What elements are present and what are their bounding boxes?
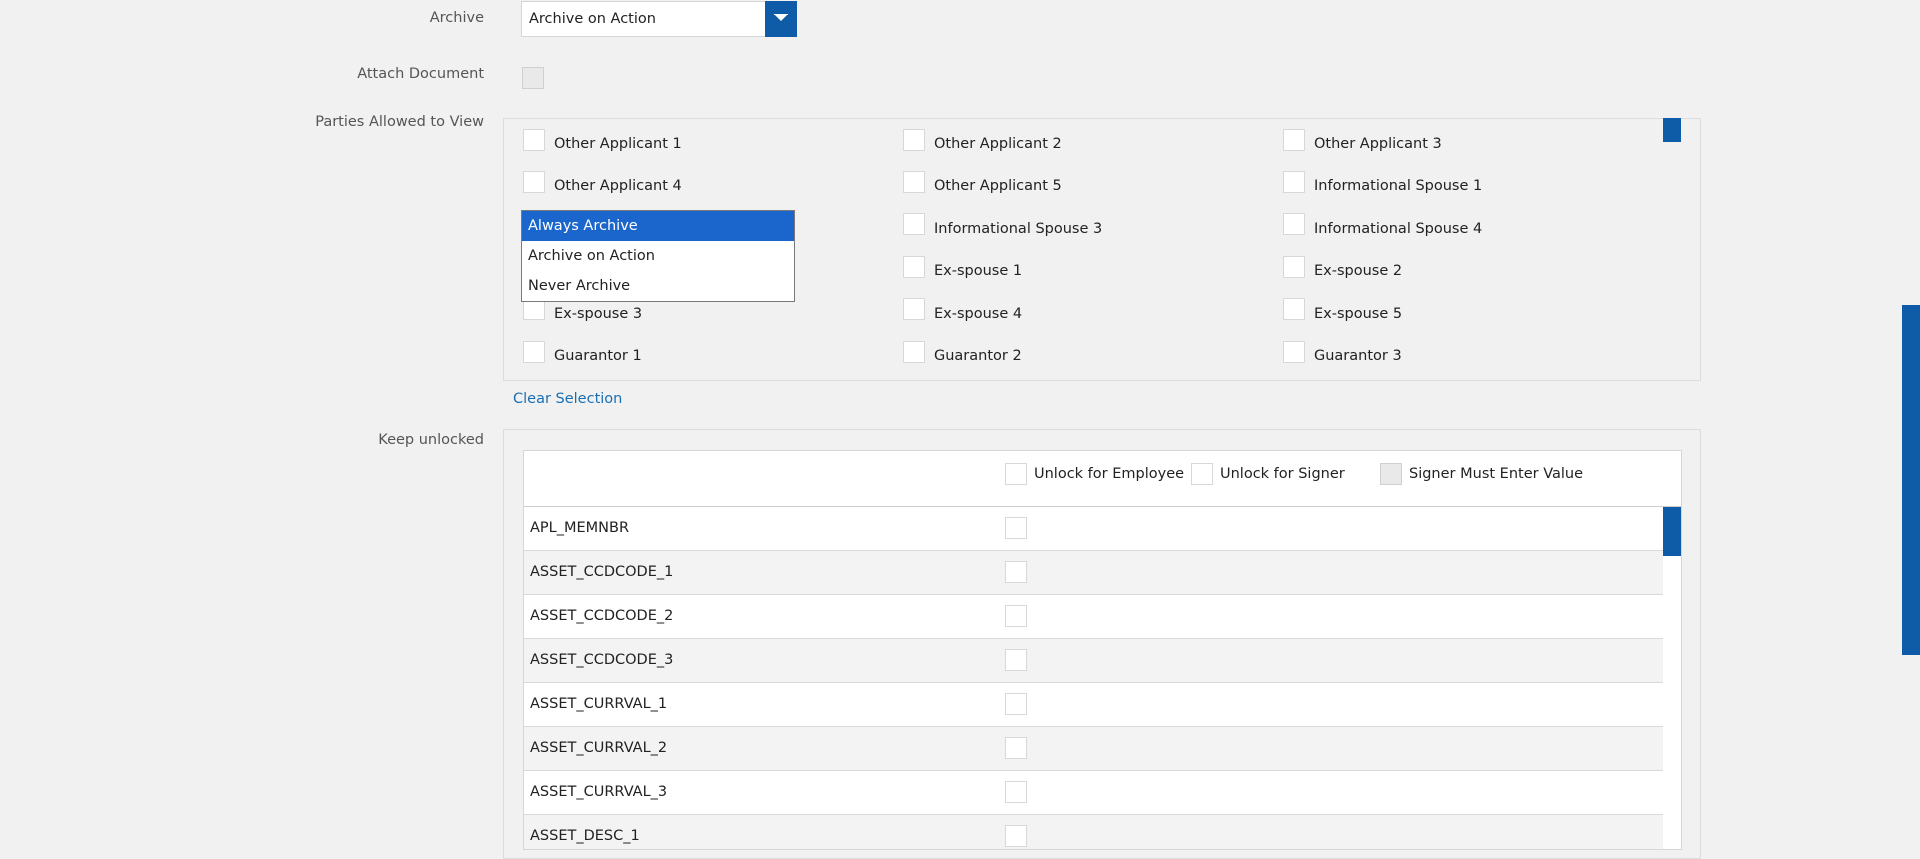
unlock-employee-header[interactable]: Unlock for Employee xyxy=(1005,463,1184,487)
field-name: APL_MEMNBR xyxy=(530,520,630,536)
unlock-signer-header[interactable]: Unlock for Signer xyxy=(1191,463,1345,487)
keep-unlocked-label: Keep unlocked xyxy=(378,432,484,448)
unlock-row-checkbox[interactable] xyxy=(1005,781,1027,803)
party-label: Other Applicant 2 xyxy=(934,136,1062,152)
party-label: Informational Spouse 1 xyxy=(1314,178,1483,194)
unlock-row-checkbox[interactable] xyxy=(1005,825,1027,847)
field-name: ASSET_DESC_1 xyxy=(530,828,640,844)
party-checkbox[interactable] xyxy=(1283,256,1305,278)
field-name: ASSET_CCDCODE_3 xyxy=(530,652,674,668)
field-name: ASSET_CCDCODE_2 xyxy=(530,608,674,624)
party-label: Ex-spouse 2 xyxy=(1314,263,1403,279)
archive-select[interactable]: Archive on Action xyxy=(521,1,797,37)
chevron-down-icon[interactable] xyxy=(765,1,797,37)
archive-select-value: Archive on Action xyxy=(529,11,656,27)
field-name: ASSET_CURRVAL_2 xyxy=(530,740,668,756)
unlock-row-checkbox[interactable] xyxy=(1005,561,1027,583)
signer-must-enter-checkbox xyxy=(1380,463,1402,485)
table-row: ASSET_CURRVAL_3 xyxy=(524,771,1663,815)
party-label: Ex-spouse 1 xyxy=(934,263,1023,279)
party-label: Other Applicant 5 xyxy=(934,178,1062,194)
unlock-employee-checkbox[interactable] xyxy=(1005,463,1027,485)
party-checkbox[interactable] xyxy=(523,341,545,363)
page-scrollbar-thumb[interactable] xyxy=(1902,305,1920,655)
party-checkbox[interactable] xyxy=(1283,341,1305,363)
party-label: Informational Spouse 4 xyxy=(1314,221,1483,237)
unlock-row-checkbox[interactable] xyxy=(1005,737,1027,759)
unlock-table-header: Unlock for Employee Unlock for Signer Si… xyxy=(524,451,1681,507)
table-row: ASSET_CCDCODE_2 xyxy=(524,595,1663,639)
unlock-employee-label: Unlock for Employee xyxy=(1034,466,1185,482)
party-label: Other Applicant 4 xyxy=(554,178,682,194)
parties-label: Parties Allowed to View xyxy=(315,114,484,130)
table-row: ASSET_CCDCODE_3 xyxy=(524,639,1663,683)
party-checkbox[interactable] xyxy=(903,341,925,363)
archive-label: Archive xyxy=(429,10,484,26)
party-label: Guarantor 1 xyxy=(554,348,642,364)
archive-option[interactable]: Never Archive xyxy=(522,271,794,301)
field-name: ASSET_CURRVAL_3 xyxy=(530,784,668,800)
table-row: ASSET_DESC_1 xyxy=(524,815,1663,849)
field-name: ASSET_CURRVAL_1 xyxy=(530,696,668,712)
party-label: Ex-spouse 3 xyxy=(554,306,643,322)
attach-document-checkbox[interactable] xyxy=(522,67,544,89)
unlock-row-checkbox[interactable] xyxy=(1005,517,1027,539)
table-row: ASSET_CCDCODE_1 xyxy=(524,551,1663,595)
unlock-signer-label: Unlock for Signer xyxy=(1220,466,1345,482)
party-checkbox[interactable] xyxy=(903,129,925,151)
party-label: Other Applicant 3 xyxy=(1314,136,1442,152)
party-checkbox[interactable] xyxy=(903,171,925,193)
party-label: Ex-spouse 4 xyxy=(934,306,1023,322)
party-label: Ex-spouse 5 xyxy=(1314,306,1403,322)
table-row: ASSET_CURRVAL_2 xyxy=(524,727,1663,771)
clear-selection-link[interactable]: Clear Selection xyxy=(513,391,622,407)
party-checkbox[interactable] xyxy=(1283,213,1305,235)
unlock-table: Unlock for Employee Unlock for Signer Si… xyxy=(523,450,1682,850)
archive-dropdown-list: Always Archive Archive on Action Never A… xyxy=(521,210,795,302)
party-checkbox[interactable] xyxy=(903,298,925,320)
party-label: Guarantor 3 xyxy=(1314,348,1402,364)
attach-document-label: Attach Document xyxy=(357,66,484,82)
party-label: Informational Spouse 3 xyxy=(934,221,1103,237)
party-label: Other Applicant 1 xyxy=(554,136,682,152)
parties-scroll-thumb[interactable] xyxy=(1663,118,1681,142)
party-checkbox[interactable] xyxy=(903,256,925,278)
table-row: ASSET_CURRVAL_1 xyxy=(524,683,1663,727)
party-checkbox[interactable] xyxy=(1283,298,1305,320)
party-checkbox[interactable] xyxy=(523,171,545,193)
archive-option[interactable]: Always Archive xyxy=(522,211,794,241)
party-checkbox[interactable] xyxy=(1283,171,1305,193)
party-checkbox[interactable] xyxy=(903,213,925,235)
table-scroll-thumb[interactable] xyxy=(1663,507,1681,556)
unlock-row-checkbox[interactable] xyxy=(1005,649,1027,671)
party-checkbox[interactable] xyxy=(1283,129,1305,151)
archive-option[interactable]: Archive on Action xyxy=(522,241,794,271)
signer-must-enter-label: Signer Must Enter Value xyxy=(1409,466,1584,482)
party-checkbox[interactable] xyxy=(523,129,545,151)
unlock-row-checkbox[interactable] xyxy=(1005,693,1027,715)
unlock-signer-checkbox[interactable] xyxy=(1191,463,1213,485)
unlock-row-checkbox[interactable] xyxy=(1005,605,1027,627)
field-name: ASSET_CCDCODE_1 xyxy=(530,564,674,580)
signer-must-enter-header: Signer Must Enter Value xyxy=(1380,463,1583,487)
table-row: APL_MEMNBR xyxy=(524,507,1663,551)
party-label: Guarantor 2 xyxy=(934,348,1022,364)
